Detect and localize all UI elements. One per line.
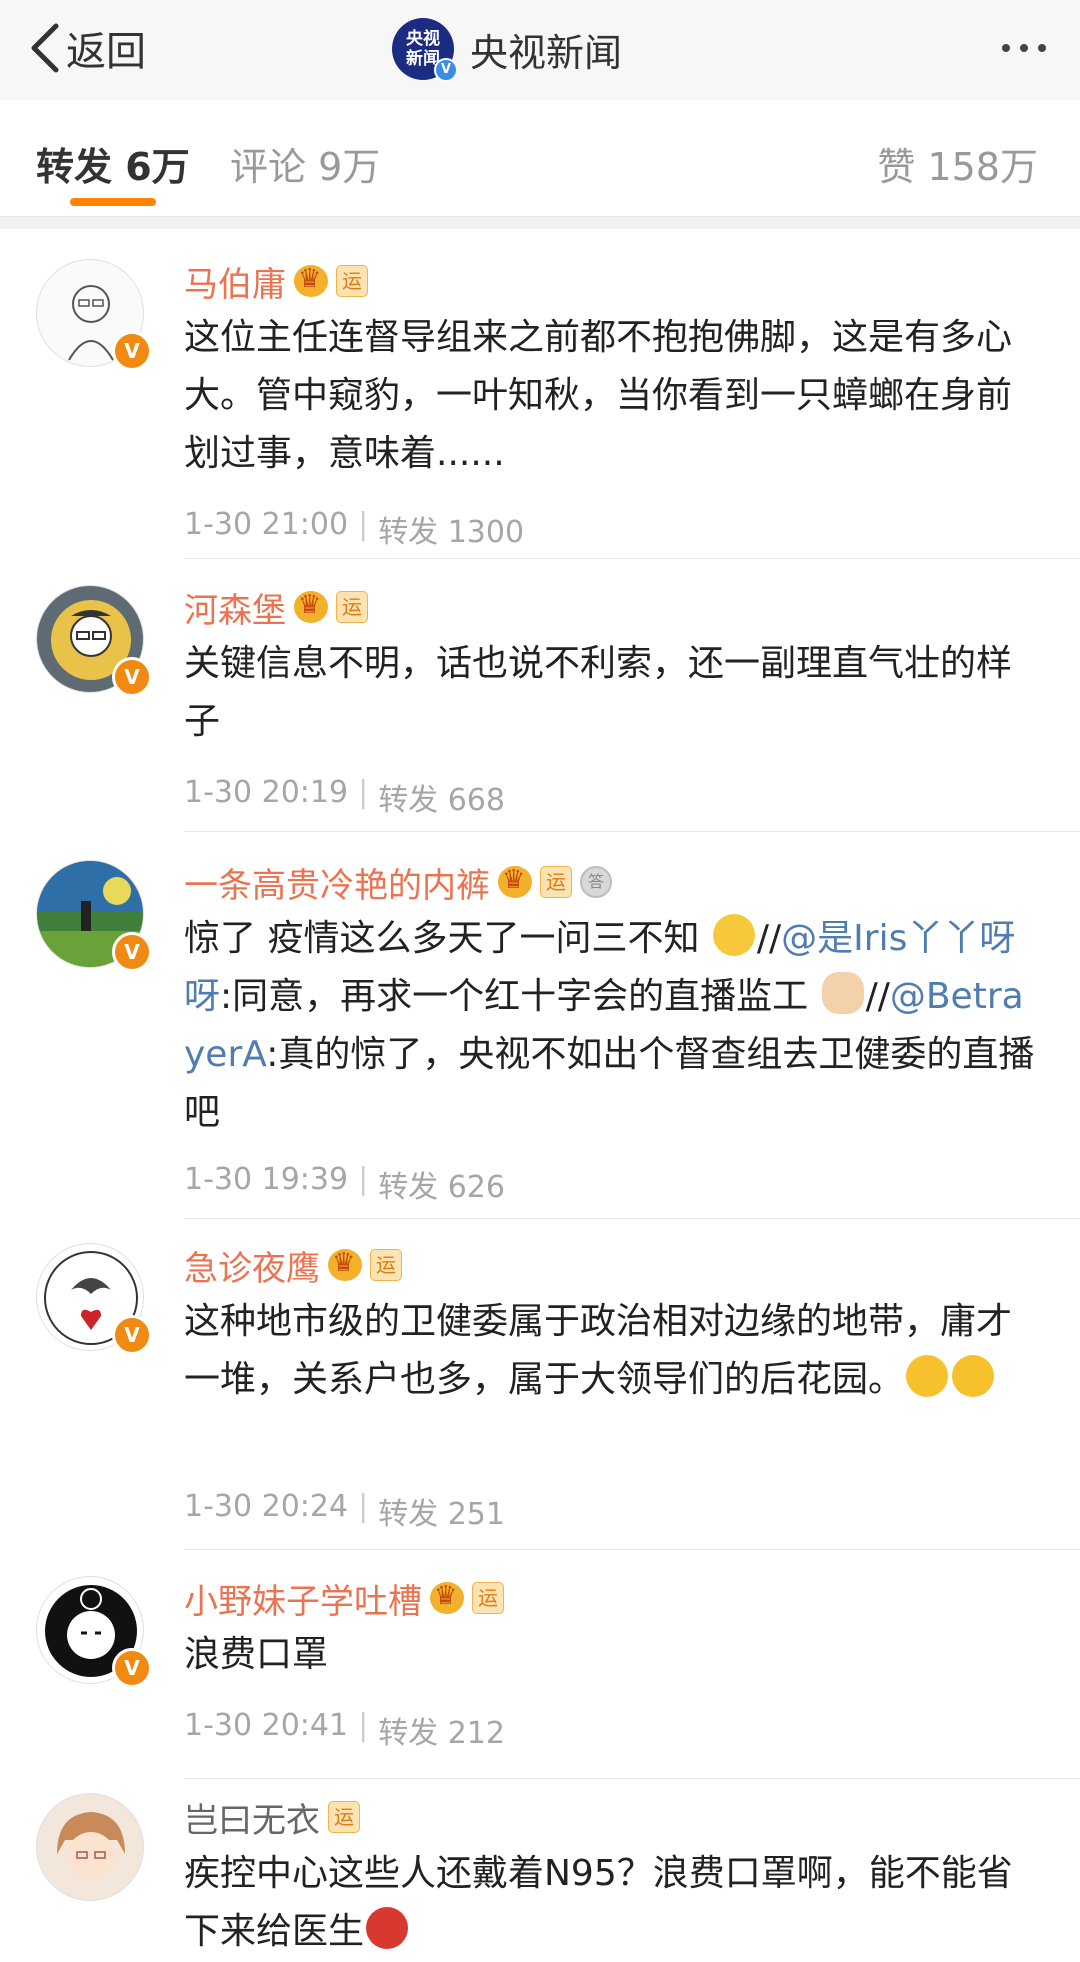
blue-verified-icon: V (434, 58, 458, 82)
clap-emoji-icon (821, 972, 864, 1014)
name-row: 河森堡 运 (184, 583, 368, 632)
laugh-cry-emoji-icon (952, 1355, 995, 1397)
logo-text-top: 央视 (406, 29, 440, 49)
repost-item[interactable]: V 小野妹子学吐槽 运 浪费口罩 1-30 20:41 | 转发 212 (0, 1550, 1080, 1778)
repost-item[interactable]: V 河森堡 运 关键信息不明，话也说不利索，还一副理直气壮的样子 1-30 20… (0, 559, 1080, 831)
repost-item[interactable]: 岂曰无衣 运 疾控中心这些人还戴着N95？浪费口罩啊，能不能省下来给医生 (0, 1779, 1080, 1962)
meta-separator: | (358, 1708, 369, 1743)
text-segment: 这种地市级的卫健委属于政治相对边缘的地带，庸才一堆，关系户也多，属于大领导们的后… (184, 1301, 1013, 1400)
tab-like[interactable]: 赞 158万 (877, 136, 1038, 191)
verified-icon: V (112, 1315, 152, 1355)
medal-icon: 答 (580, 866, 612, 898)
repost-text: 这种地市级的卫健委属于政治相对边缘的地带，庸才一堆，关系户也多，属于大领导们的后… (184, 1293, 1044, 1409)
crown-icon (328, 1248, 362, 1281)
text-segment: :真的惊了，央视不如出个督查组去卫健委的直播吧 (184, 1034, 1035, 1133)
text-segment: // (756, 918, 782, 959)
verified-icon: V (112, 932, 152, 972)
yun-badge-icon: 运 (328, 1801, 360, 1833)
repost-text: 疾控中心这些人还戴着N95？浪费口罩啊，能不能省下来给医生 (184, 1845, 1044, 1961)
timestamp: 1-30 19:39 (184, 1162, 349, 1197)
angry-bird-emoji-icon (366, 1907, 409, 1949)
crown-icon (294, 590, 328, 623)
top-nav-bar: 返回 央视 新闻 V 央视新闻 (0, 0, 1080, 100)
repost-meta: 1-30 19:39 | 转发 626 (184, 1162, 505, 1206)
name-row: 小野妹子学吐槽 运 (184, 1574, 504, 1623)
repost-item[interactable]: V 急诊夜鹰 运 这种地市级的卫健委属于政治相对边缘的地带，庸才一堆，关系户也多… (0, 1219, 1080, 1549)
tab-bar: 转发 6万 评论 9万 赞 158万 (0, 100, 1080, 217)
text-segment: :同意，再求一个红十字会的直播监工 (220, 976, 820, 1017)
repost-count[interactable]: 转发 251 (378, 1489, 505, 1533)
username[interactable]: 急诊夜鹰 (184, 1241, 320, 1290)
tab-comment[interactable]: 评论 9万 (230, 136, 380, 191)
account-header[interactable]: 央视 新闻 V 央视新闻 (392, 14, 622, 84)
tab-repost[interactable]: 转发 6万 (36, 136, 190, 191)
meta-separator: | (358, 1489, 369, 1524)
sweat-emoji-icon (712, 914, 755, 956)
yun-badge-icon: 运 (540, 866, 572, 898)
cctv-news-logo: 央视 新闻 V (392, 18, 458, 82)
timestamp: 1-30 21:00 (184, 507, 349, 542)
yun-badge-icon: 运 (336, 265, 368, 297)
username[interactable]: 马伯庸 (184, 257, 286, 306)
repost-count[interactable]: 转发 1300 (378, 507, 524, 551)
laugh-cry-emoji-icon (906, 1355, 949, 1397)
name-row: 马伯庸 运 (184, 257, 368, 306)
repost-text: 这位主任连督导组来之前都不抱抱佛脚，这是有多心大。管中窥豹，一叶知秋，当你看到一… (184, 317, 1013, 474)
verified-icon: V (112, 331, 152, 371)
repost-count[interactable]: 转发 668 (378, 775, 505, 819)
crown-icon (430, 1581, 464, 1614)
repost-count[interactable]: 转发 212 (378, 1708, 505, 1752)
repost-meta: 1-30 20:19 | 转发 668 (184, 775, 505, 819)
name-row: 急诊夜鹰 运 (184, 1241, 402, 1290)
meta-separator: | (358, 1162, 369, 1197)
timestamp: 1-30 20:41 (184, 1708, 349, 1743)
repost-item[interactable]: V 马伯庸 运 这位主任连督导组来之前都不抱抱佛脚，这是有多心大。管中窥豹，一叶… (0, 229, 1080, 559)
avatar[interactable] (36, 1793, 144, 1901)
username[interactable]: 岂曰无衣 (184, 1793, 320, 1842)
yun-badge-icon: 运 (370, 1249, 402, 1281)
repost-text: 关键信息不明，话也说不利索，还一副理直气壮的样子 (184, 643, 1013, 742)
username[interactable]: 河森堡 (184, 583, 286, 632)
repost-text: 惊了 疫情这么多天了一问三不知 //@是Iris丫丫呀呀:同意，再求一个红十字会… (184, 910, 1044, 1142)
repost-meta: 1-30 21:00 | 转发 1300 (184, 507, 524, 551)
crown-icon (294, 264, 328, 297)
name-row: 一条高贵冷艳的内裤 运 答 (184, 858, 612, 907)
ellipsis-icon[interactable] (1002, 28, 1046, 68)
verified-icon: V (112, 1648, 152, 1688)
yun-badge-icon: 运 (472, 1582, 504, 1614)
text-segment: 疾控中心这些人还戴着N95？浪费口罩啊，能不能省下来给医生 (184, 1853, 1013, 1952)
timestamp: 1-30 20:24 (184, 1489, 349, 1524)
yun-badge-icon: 运 (336, 591, 368, 623)
text-segment: 惊了 疫情这么多天了一问三不知 (184, 918, 711, 959)
active-tab-indicator (70, 198, 156, 206)
username[interactable]: 小野妹子学吐槽 (184, 1574, 422, 1623)
username[interactable]: 一条高贵冷艳的内裤 (184, 858, 490, 907)
meta-separator: | (358, 775, 369, 810)
repost-item[interactable]: V 一条高贵冷艳的内裤 运 答 惊了 疫情这么多天了一问三不知 //@是Iris… (0, 832, 1080, 1218)
verified-icon: V (112, 657, 152, 697)
meta-separator: | (358, 507, 369, 542)
page-title: 央视新闻 (470, 30, 623, 75)
repost-text: 浪费口罩 (184, 1634, 329, 1675)
chevron-left-icon (31, 23, 59, 73)
repost-count[interactable]: 转发 626 (378, 1162, 505, 1206)
back-button[interactable]: 返回 (28, 18, 146, 78)
back-label: 返回 (66, 29, 146, 75)
name-row: 岂曰无衣 运 (184, 1793, 360, 1842)
repost-meta: 1-30 20:41 | 转发 212 (184, 1708, 505, 1752)
timestamp: 1-30 20:19 (184, 775, 349, 810)
crown-icon (498, 865, 532, 898)
section-divider (0, 217, 1080, 229)
repost-meta: 1-30 20:24 | 转发 251 (184, 1489, 505, 1533)
text-segment: // (865, 976, 890, 1017)
